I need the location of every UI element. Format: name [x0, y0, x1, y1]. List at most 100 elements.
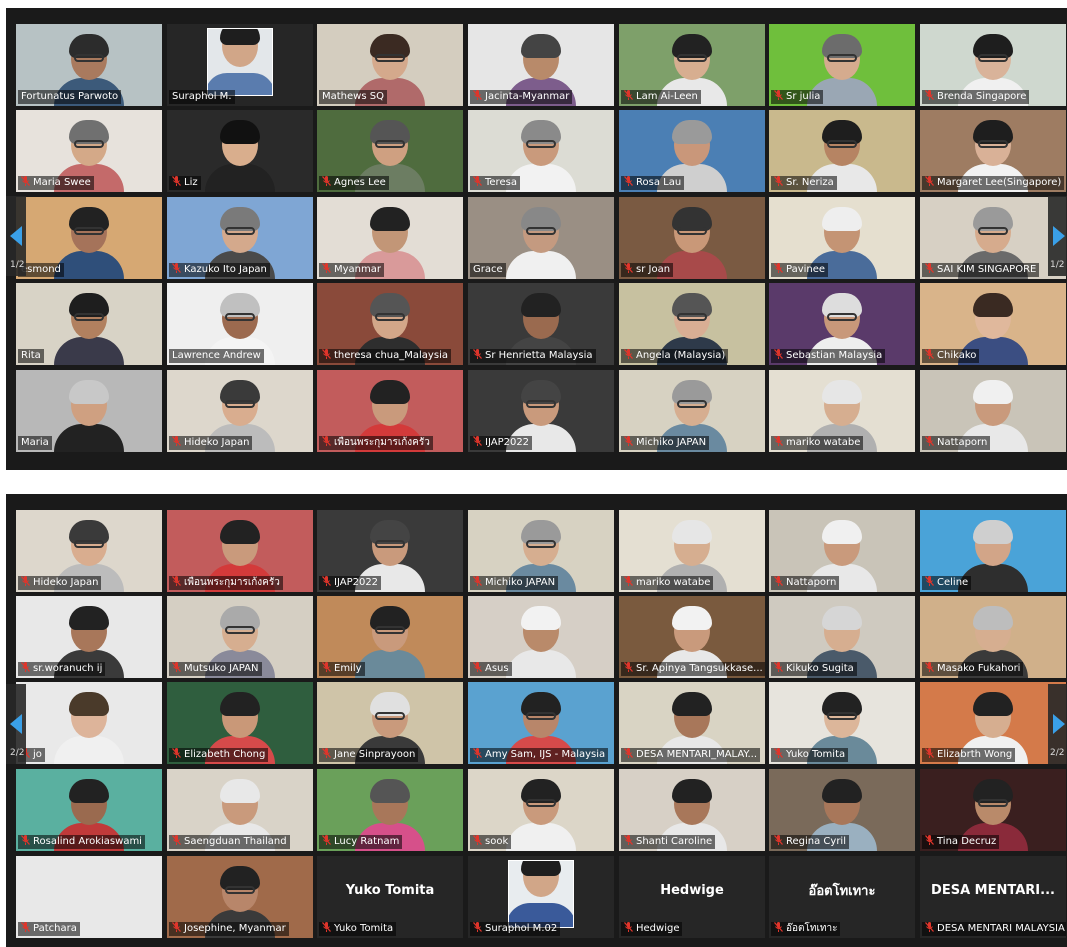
- participant-tile[interactable]: IJAP2022: [317, 510, 463, 592]
- participant-name: Sr. Neriza: [786, 177, 834, 188]
- participant-tile[interactable]: Mutsuko JAPAN: [167, 596, 313, 678]
- participant-tile[interactable]: Brenda Singapore: [920, 24, 1066, 106]
- participant-tile[interactable]: Yuko Tomita: [769, 682, 915, 764]
- participant-tile[interactable]: Grace: [468, 197, 614, 279]
- muted-mic-icon: [21, 662, 30, 672]
- participant-tile[interactable]: sr.woranuch ij: [16, 596, 162, 678]
- participant-tile[interactable]: Sr Henrietta Malaysia: [468, 283, 614, 365]
- participant-tile[interactable]: เพื่อนพระกุมารเก้งครัว: [317, 370, 463, 452]
- muted-mic-icon: [322, 748, 331, 758]
- participant-tile[interactable]: Suraphol M.02: [468, 856, 614, 938]
- muted-mic-icon: [473, 576, 482, 586]
- participant-name: Michiko JAPAN: [636, 437, 707, 448]
- muted-mic-icon: [624, 349, 633, 359]
- muted-mic-icon: [624, 263, 633, 273]
- participant-tile[interactable]: Maria Swee: [16, 110, 162, 192]
- participant-tile[interactable]: jo: [16, 682, 162, 764]
- participant-name: Josephine, Myanmar: [184, 923, 286, 934]
- participant-tile[interactable]: Hideko Japan: [16, 510, 162, 592]
- participant-tile[interactable]: Sr julia: [769, 24, 915, 106]
- participant-tile[interactable]: Hedwige Hedwige: [619, 856, 765, 938]
- participant-tile[interactable]: Kikuko Sugita: [769, 596, 915, 678]
- participant-tile[interactable]: Elizabeth Chong: [167, 682, 313, 764]
- muted-mic-icon: [925, 835, 934, 845]
- muted-mic-icon: [473, 748, 482, 758]
- participant-tile[interactable]: Lucy Ratnam: [317, 769, 463, 851]
- participant-tile[interactable]: Sr. Apinya Tangsukkase...: [619, 596, 765, 678]
- participant-tile[interactable]: Masako Fukahori: [920, 596, 1066, 678]
- participant-tile[interactable]: Nattaporn: [769, 510, 915, 592]
- participant-tile[interactable]: Angela (Malaysia): [619, 283, 765, 365]
- participant-tile[interactable]: SAI KIM SINGAPORE: [920, 197, 1066, 279]
- participant-tile[interactable]: Agnes Lee: [317, 110, 463, 192]
- participant-name: Asus: [485, 663, 509, 674]
- participant-figure: [205, 114, 275, 192]
- gallery-page-1: Fortunatus Parwoto Suraphol M. Mathews SQ J…: [6, 8, 1067, 470]
- participant-tile[interactable]: Mathews SQ: [317, 24, 463, 106]
- participant-tile[interactable]: Sebastian Malaysia: [769, 283, 915, 365]
- muted-mic-icon: [774, 922, 783, 932]
- participant-tile[interactable]: Rita: [16, 283, 162, 365]
- muted-mic-icon: [925, 176, 934, 186]
- muted-mic-icon: [774, 748, 783, 758]
- participant-tile[interactable]: Suraphol M.: [167, 24, 313, 106]
- participant-tile[interactable]: Lawrence Andrew: [167, 283, 313, 365]
- participant-tile[interactable]: Celine: [920, 510, 1066, 592]
- participant-tile[interactable]: Nattaporn: [920, 370, 1066, 452]
- participant-tile[interactable]: esmond: [16, 197, 162, 279]
- participant-tile[interactable]: เพื่อนพระกุมารเก้งครัว: [167, 510, 313, 592]
- participant-tile[interactable]: Michiko JAPAN: [468, 510, 614, 592]
- participant-tile[interactable]: Margaret Lee(Singapore): [920, 110, 1066, 192]
- participant-tile[interactable]: Rosa Lau: [619, 110, 765, 192]
- participant-tile[interactable]: อ๊อตโทเทาะ อ๊อตโทเทาะ: [769, 856, 915, 938]
- participant-tile[interactable]: Maria: [16, 370, 162, 452]
- participant-tile[interactable]: Sr. Neriza: [769, 110, 915, 192]
- participant-tile[interactable]: Myanmar: [317, 197, 463, 279]
- participant-name-label: Amy Sam, IJS - Malaysia: [470, 748, 609, 762]
- participant-tile[interactable]: Saengduan Thailand: [167, 769, 313, 851]
- participant-tile[interactable]: Jacinta-Myanmar: [468, 24, 614, 106]
- participant-name-label: Rosalind Arokiaswami: [18, 835, 145, 849]
- participant-tile[interactable]: Amy Sam, IJS - Malaysia: [468, 682, 614, 764]
- participant-tile[interactable]: Rosalind Arokiaswami: [16, 769, 162, 851]
- participant-tile[interactable]: Regina Cyril: [769, 769, 915, 851]
- participant-tile[interactable]: Josephine, Myanmar: [167, 856, 313, 938]
- participant-tile[interactable]: Jane Sinprayoon: [317, 682, 463, 764]
- participant-name: theresa chua_Malaysia: [334, 350, 448, 361]
- participant-tile[interactable]: DESA MENTARI_MALAY...: [619, 682, 765, 764]
- participant-tile[interactable]: Pavinee: [769, 197, 915, 279]
- participant-tile[interactable]: Hideko Japan: [167, 370, 313, 452]
- participant-name-label: Tina Decruz: [922, 835, 1000, 849]
- participant-tile[interactable]: Asus: [468, 596, 614, 678]
- participant-tile[interactable]: Chikako: [920, 283, 1066, 365]
- participant-name: Elizabrth Wong: [937, 749, 1013, 760]
- participant-name: Regina Cyril: [786, 836, 846, 847]
- participant-tile[interactable]: Tina Decruz: [920, 769, 1066, 851]
- participant-tile[interactable]: Kazuko Ito Japan: [167, 197, 313, 279]
- participant-name: Lawrence Andrew: [172, 350, 261, 361]
- participant-tile[interactable]: Patchara: [16, 856, 162, 938]
- participant-tile[interactable]: Yuko Tomita Yuko Tomita: [317, 856, 463, 938]
- participant-tile[interactable]: Emily: [317, 596, 463, 678]
- participant-tile[interactable]: Fortunatus Parwoto: [16, 24, 162, 106]
- participant-tile[interactable]: Lam Ai-Leen: [619, 24, 765, 106]
- muted-mic-icon: [925, 436, 934, 446]
- participant-tile[interactable]: IJAP2022: [468, 370, 614, 452]
- participant-tile[interactable]: Elizabrth Wong: [920, 682, 1066, 764]
- participant-tile[interactable]: Michiko JAPAN: [619, 370, 765, 452]
- participant-tile[interactable]: sr Joan: [619, 197, 765, 279]
- participant-tile[interactable]: Shanti Caroline: [619, 769, 765, 851]
- participant-name: Nattaporn: [937, 437, 988, 448]
- participant-tile[interactable]: mariko watabe: [619, 510, 765, 592]
- participant-tile[interactable]: mariko watabe: [769, 370, 915, 452]
- participant-tile[interactable]: sook: [468, 769, 614, 851]
- participant-tile[interactable]: Teresa: [468, 110, 614, 192]
- participant-tile[interactable]: Liz: [167, 110, 313, 192]
- participant-tile[interactable]: theresa chua_Malaysia: [317, 283, 463, 365]
- participant-name-label: Suraphol M.: [169, 90, 235, 104]
- muted-mic-icon: [322, 436, 331, 446]
- participant-name: DESA MENTARI_MALAY...: [636, 749, 758, 760]
- muted-mic-icon: [624, 922, 633, 932]
- muted-mic-icon: [473, 349, 482, 359]
- participant-tile[interactable]: DESA MENTARI... DESA MENTARI MALAYSIA: [920, 856, 1066, 938]
